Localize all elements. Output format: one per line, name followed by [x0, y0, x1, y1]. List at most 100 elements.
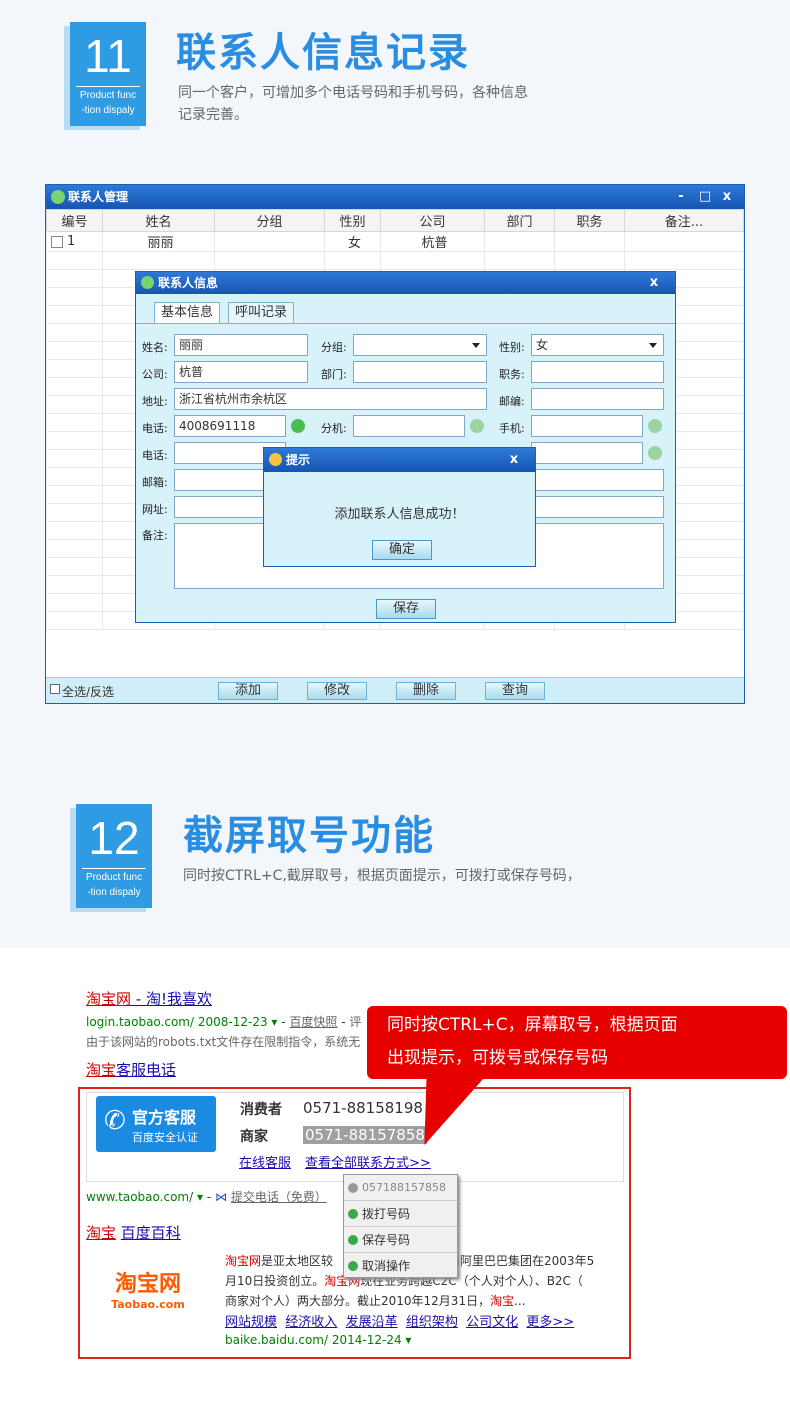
group-select[interactable] [353, 334, 487, 356]
dial-phone-icon[interactable] [648, 446, 662, 460]
merchant-label: 商家 [240, 1129, 268, 1145]
name-label: 姓名: [142, 341, 168, 354]
section-description: 同一个客户，可增加多个电话号码和手机号码，各种信息 记录完善。 [178, 82, 528, 126]
dialog-close-button[interactable]: x [643, 272, 665, 294]
snapshot-link[interactable]: 百度快照 [289, 1015, 337, 1029]
col-header[interactable]: 分组 [214, 209, 325, 232]
save-number-menu-item[interactable]: 保存号码 [344, 1227, 457, 1253]
phone1-label: 电话: [142, 422, 168, 435]
ok-button[interactable]: 确定 [372, 540, 432, 560]
col-header[interactable]: 性别 [324, 209, 381, 232]
dept-input[interactable] [353, 361, 487, 383]
remark-label: 备注: [142, 529, 168, 542]
submit-phone-link[interactable]: 提交电话（免费） [231, 1190, 327, 1204]
desc-line1: 同一个客户，可增加多个电话号码和手机号码，各种信息 [178, 85, 528, 101]
row-checkbox[interactable] [51, 235, 63, 248]
baike-link[interactable]: 经济收入 [285, 1315, 337, 1330]
edit-button[interactable]: 修改 [307, 682, 367, 700]
select-all-label: 全选/反选 [62, 685, 115, 699]
tab-basic-info[interactable]: 基本信息 [154, 302, 221, 324]
name-input[interactable]: 丽丽 [174, 334, 308, 356]
section-title: 截屏取号功能 [183, 813, 435, 859]
section-badge-12: 12 Product func -tion dispaly [76, 804, 152, 908]
section-badge-11: 11 Product func -tion dispaly [70, 22, 146, 126]
save-button[interactable]: 保存 [376, 599, 436, 619]
website-label: 网址: [142, 503, 168, 516]
delete-button[interactable]: 删除 [396, 682, 456, 700]
ext-input[interactable] [353, 415, 465, 437]
mobile-label: 手机: [499, 422, 525, 435]
col-header[interactable]: 公司 [380, 209, 485, 232]
section-title: 联系人信息记录 [176, 30, 470, 76]
captured-number: 057188157858 [344, 1175, 457, 1201]
email-label: 邮箱: [142, 476, 168, 489]
result-title[interactable]: 淘宝 百度百科 [86, 1222, 181, 1243]
address-label: 地址: [142, 395, 168, 408]
col-header[interactable]: 备注... [624, 209, 744, 232]
phone2-label: 电话: [142, 449, 168, 462]
dial-number-menu-item[interactable]: 拨打号码 [344, 1201, 457, 1227]
prompt-title: 提示 [286, 453, 311, 467]
position-label: 职务: [499, 368, 525, 381]
window-titlebar: 联系人管理 - □ x [46, 185, 744, 209]
prompt-close-button[interactable]: x [503, 448, 525, 472]
add-button[interactable]: 添加 [218, 682, 278, 700]
baike-link[interactable]: 发展沿革 [346, 1315, 398, 1330]
result-title[interactable]: 淘宝网 - 淘!我喜欢 [86, 988, 212, 1009]
select-all-checkbox[interactable] [50, 684, 60, 694]
group-label: 分组: [321, 341, 347, 354]
success-prompt-dialog: 提示 x 添加联系人信息成功！ 确定 [263, 447, 536, 567]
gender-label: 性别: [499, 341, 525, 354]
taobao-logo: 淘宝网 Taobao.com [111, 1272, 185, 1311]
minimize-button[interactable]: - [670, 185, 692, 209]
view-all-contacts-link[interactable]: 查看全部联系方式>> [305, 1152, 431, 1171]
col-header[interactable]: 部门 [484, 209, 555, 232]
official-service-badge: ✆ 官方客服 百度安全认证 [96, 1096, 216, 1152]
zip-label: 邮编: [499, 395, 525, 408]
phone3-input[interactable] [531, 442, 643, 464]
baike-link[interactable]: 公司文化 [466, 1315, 518, 1330]
phone1-input[interactable]: 4008691118 [174, 415, 286, 437]
prompt-titlebar: 提示 x [264, 448, 535, 472]
address-input[interactable]: 浙江省杭州市余杭区 [174, 388, 487, 410]
contacts-icon [51, 190, 65, 204]
gender-select[interactable]: 女 [531, 334, 664, 356]
dial-phone-icon[interactable] [291, 419, 305, 433]
col-header[interactable]: 姓名 [102, 209, 215, 232]
baike-link[interactable]: 网站规模 [225, 1315, 277, 1330]
query-button[interactable]: 查询 [485, 682, 545, 700]
callout-bubble: 同时按CTRL+C，屏幕取号，根据页面 出现提示，可拨号或保存号码 [367, 1006, 787, 1079]
result-url-line: baike.baidu.com/ 2014-12-24 ▾ [225, 1333, 412, 1347]
baike-link[interactable]: 组织架构 [406, 1315, 458, 1330]
baike-link[interactable]: 更多>> [526, 1315, 574, 1330]
tab-call-records[interactable]: 呼叫记录 [228, 302, 295, 324]
phone-icon: ✆ [104, 1106, 126, 1136]
maximize-button[interactable]: □ [694, 185, 716, 209]
ext-label: 分机: [321, 422, 347, 435]
window-title: 联系人管理 [68, 190, 129, 204]
capture-context-menu: 057188157858 拨打号码 保存号码 取消操作 [343, 1174, 458, 1278]
prompt-message: 添加联系人信息成功！ [334, 507, 465, 522]
position-input[interactable] [531, 361, 664, 383]
mobile-input[interactable] [531, 415, 643, 437]
company-label: 公司: [142, 368, 168, 381]
result-url-line: www.taobao.com/ ▾ - ⋈ 提交电话（免费） [86, 1190, 327, 1204]
desc-line2: 记录完善。 [178, 107, 248, 123]
close-button[interactable]: x [716, 185, 738, 209]
dial-phone-icon[interactable] [648, 419, 662, 433]
col-header[interactable]: 职务 [554, 209, 625, 232]
dial-phone-icon[interactable] [470, 419, 484, 433]
online-service-link[interactable]: 在线客服 [239, 1152, 291, 1171]
company-input[interactable]: 杭普 [174, 361, 308, 383]
dept-label: 部门: [321, 368, 347, 381]
col-header[interactable]: 编号 [46, 209, 103, 232]
badge-text-line2: -tion dispaly [87, 887, 141, 898]
section-number: 12 [88, 812, 140, 864]
window-footer: 全选/反选 添加 修改 删除 查询 [46, 677, 744, 703]
cancel-menu-item[interactable]: 取消操作 [344, 1253, 457, 1279]
zip-input[interactable] [531, 388, 664, 410]
table-row[interactable]: 1 丽丽 女 杭普 [46, 231, 744, 252]
result-title[interactable]: 淘宝客服电话 [86, 1059, 176, 1080]
badge-text-line1: Product func [85, 872, 143, 883]
dialog-title: 联系人信息 [158, 276, 219, 290]
